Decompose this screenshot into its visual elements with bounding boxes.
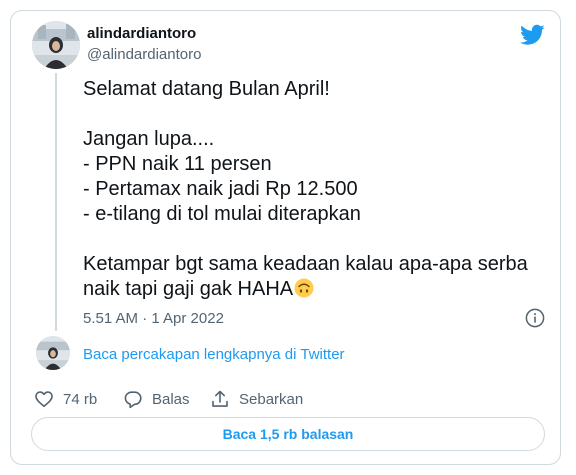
share-button[interactable]: Sebarkan [210, 387, 303, 411]
twitter-bird-icon[interactable] [520, 24, 545, 46]
like-button[interactable]: 74 rb [34, 387, 97, 411]
tweet-body: Selamat datang Bulan April! Jangan lupa.… [83, 78, 528, 300]
reader-avatar [36, 336, 70, 370]
avatar-image [32, 21, 80, 69]
reply-label: Balas [152, 390, 190, 408]
avatar[interactable] [32, 21, 80, 69]
info-icon[interactable] [525, 308, 545, 328]
reply-bubble-icon [124, 391, 142, 409]
tweet-timestamp[interactable]: 5.51 AM · 1 Apr 2022 [83, 310, 224, 327]
avatar-image [36, 336, 70, 370]
upside-down-face-emoji [294, 278, 314, 298]
share-label: Sebarkan [239, 390, 304, 408]
read-replies-button[interactable]: Baca 1,5 rb balasan [31, 417, 545, 451]
tweet-card: alindardiantoro @alindardiantoro Selamat… [10, 10, 561, 465]
author-handle[interactable]: @alindardiantoro [87, 46, 201, 63]
heart-icon [35, 391, 53, 407]
tweet-text: Selamat datang Bulan April! Jangan lupa.… [83, 77, 553, 302]
like-count: 74 rb [63, 390, 98, 408]
reply-button[interactable]: Balas [123, 387, 190, 411]
read-replies-label: Baca 1,5 rb balasan [222, 426, 354, 442]
thread-line [55, 73, 57, 331]
read-conversation-link[interactable]: Baca percakapan lengkapnya di Twitter [83, 346, 345, 363]
author-display-name[interactable]: alindardiantoro [87, 25, 196, 42]
share-upload-icon [212, 390, 228, 407]
